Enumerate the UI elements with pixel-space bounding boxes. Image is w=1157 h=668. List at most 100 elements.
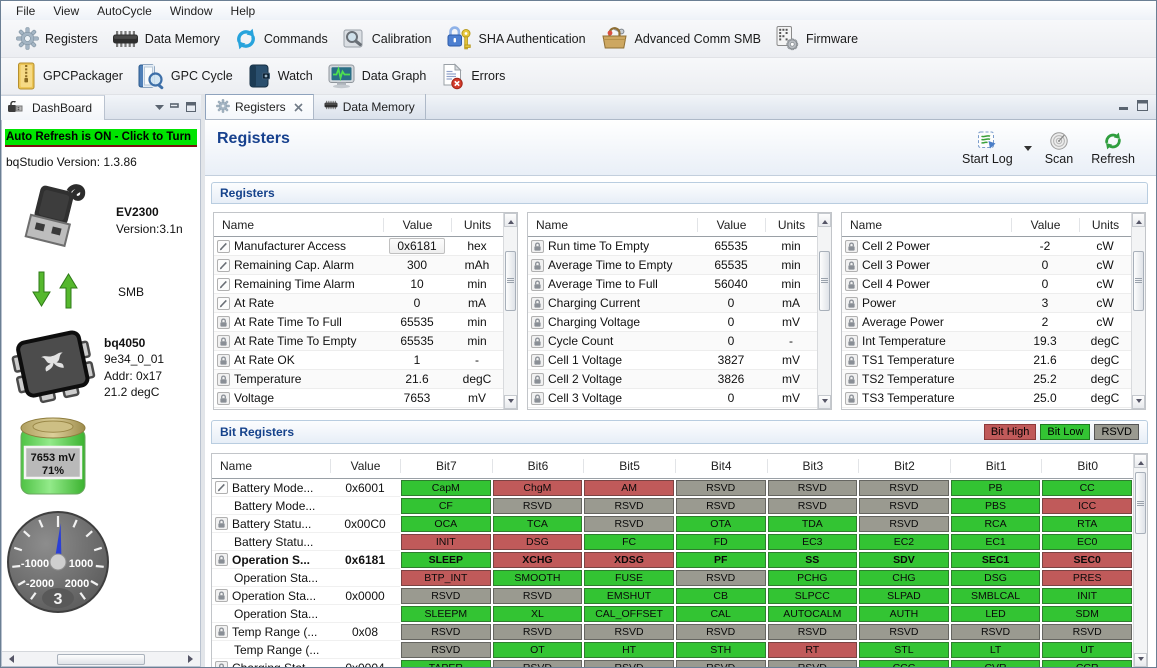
bit-cell-init[interactable]: INIT [1042, 588, 1132, 604]
bit-cell-sleep[interactable]: SLEEP [401, 552, 491, 568]
bit-table-scrollbar[interactable] [1133, 454, 1147, 667]
bit-cell-icc[interactable]: ICC [1042, 498, 1132, 514]
bit-cell-cf[interactable]: CF [401, 498, 491, 514]
bit-cell-pf[interactable]: PF [675, 552, 766, 568]
register-row[interactable]: At Rate 0 mA [214, 294, 503, 313]
bit-cell-rsvd[interactable]: RSVD [492, 660, 583, 667]
register-row[interactable]: Power 3 cW [842, 294, 1131, 313]
scroll-up-icon[interactable] [1132, 213, 1145, 227]
start-log-dropdown-icon[interactable] [1023, 145, 1032, 155]
bit-cell-sdv[interactable]: SDV [859, 552, 949, 568]
toolbar-button-gpcpackager[interactable]: GPCPackager [11, 58, 132, 95]
bit-cell-dsg[interactable]: DSG [492, 534, 583, 550]
menu-item-help[interactable]: Help [222, 2, 265, 20]
toolbar-button-advanced-comm-smb[interactable]: Advanced Comm SMB [595, 22, 770, 55]
register-row[interactable]: Manufacturer Access 0x6181 hex [214, 237, 503, 256]
bit-cell-xl[interactable]: XL [492, 606, 583, 622]
bit-cell-rsvd[interactable]: RSVD [859, 624, 949, 640]
bit-cell-rta[interactable]: RTA [1042, 516, 1132, 532]
menu-item-file[interactable]: File [7, 2, 44, 20]
tab-data-memory[interactable]: Data Memory [314, 94, 426, 119]
action-scan[interactable]: Scan [1038, 128, 1081, 169]
bit-cell-ht[interactable]: HT [584, 642, 674, 658]
bit-cell-am[interactable]: AM [584, 480, 674, 496]
bit-cell-cvr[interactable]: CVR [950, 660, 1041, 667]
scroll-thumb[interactable] [819, 250, 830, 311]
bit-cell-rsvd[interactable]: RSVD [675, 624, 766, 640]
bit-cell-smblcal[interactable]: SMBLCAL [950, 588, 1041, 604]
register-row[interactable]: Average Power 2 cW [842, 313, 1131, 332]
sidebar-hscrollbar[interactable] [2, 651, 200, 666]
register-row[interactable]: Cell 2 Power -2 cW [842, 237, 1131, 256]
register-row[interactable]: TS1 Temperature 21.6 degC [842, 351, 1131, 370]
menu-item-window[interactable]: Window [161, 2, 222, 20]
toolbar-button-watch[interactable]: Watch [242, 59, 322, 94]
bit-cell-ss[interactable]: SS [767, 552, 858, 568]
action-start-log[interactable]: Start Log [955, 127, 1020, 169]
bit-cell-rsvd[interactable]: RSVD [492, 498, 583, 514]
table-scrollbar[interactable] [503, 213, 517, 409]
bit-cell-pb[interactable]: PB [950, 480, 1041, 496]
toolbar-button-firmware[interactable]: Firmware [770, 21, 867, 56]
bit-register-row[interactable]: Operation Sta... 0x0000 RSVD RSVD EMSHUT CB SL… [212, 587, 1133, 605]
bit-cell-smooth[interactable]: SMOOTH [492, 570, 583, 586]
bit-cell-ccc[interactable]: CCC [859, 660, 949, 667]
bit-cell-rsvd[interactable]: RSVD [767, 624, 858, 640]
table-scrollbar[interactable] [1131, 213, 1145, 409]
toolbar-button-sha-authentication[interactable]: SHA Authentication [441, 21, 595, 56]
register-row[interactable]: Cell 1 Voltage 3827 mV [528, 351, 817, 370]
bit-cell-ec0[interactable]: EC0 [1042, 534, 1132, 550]
bit-cell-fd[interactable]: FD [675, 534, 766, 550]
register-row[interactable]: Cell 3 Power 0 cW [842, 256, 1131, 275]
scroll-thumb[interactable] [505, 250, 516, 311]
bit-cell-cc[interactable]: CC [1042, 480, 1132, 496]
bit-cell-rsvd[interactable]: RSVD [492, 588, 583, 604]
register-row[interactable]: TS2 Temperature 25.2 degC [842, 370, 1131, 389]
minimize-panel-icon[interactable] [170, 102, 180, 112]
bit-register-row[interactable]: Battery Mode... 0x6001 CapM ChgM AM RSVD RSVD R… [212, 479, 1133, 497]
bit-cell-xchg[interactable]: XCHG [492, 552, 583, 568]
bit-cell-rsvd[interactable]: RSVD [675, 498, 766, 514]
bit-cell-lt[interactable]: LT [950, 642, 1041, 658]
scroll-down-icon[interactable] [504, 395, 517, 409]
register-row[interactable]: Voltage 7653 mV [214, 389, 503, 408]
scroll-thumb[interactable] [1133, 250, 1144, 311]
bit-cell-rsvd[interactable]: RSVD [584, 498, 674, 514]
bit-cell-fuse[interactable]: FUSE [584, 570, 674, 586]
register-row[interactable]: Cycle Count 0 - [528, 332, 817, 351]
scroll-up-icon[interactable] [504, 213, 517, 227]
register-row[interactable]: At Rate Time To Full 65535 min [214, 313, 503, 332]
register-row[interactable]: Run time To Empty 65535 min [528, 237, 817, 256]
bit-cell-emshut[interactable]: EMSHUT [584, 588, 674, 604]
bit-cell-rt[interactable]: RT [767, 642, 858, 658]
bit-cell-dsg[interactable]: DSG [950, 570, 1041, 586]
bit-cell-slpad[interactable]: SLPAD [859, 588, 949, 604]
hscroll-thumb[interactable] [57, 653, 145, 665]
scroll-down-icon[interactable] [818, 395, 831, 409]
bit-cell-sec0[interactable]: SEC0 [1042, 552, 1132, 568]
scroll-track[interactable] [1132, 227, 1145, 395]
close-tab-icon[interactable] [294, 102, 303, 112]
table-scrollbar[interactable] [817, 213, 831, 409]
register-row[interactable]: Int Temperature 19.3 degC [842, 332, 1131, 351]
register-row[interactable]: Temperature 21.6 degC [214, 370, 503, 389]
toolbar-button-calibration[interactable]: Calibration [337, 23, 441, 55]
bit-cell-rsvd[interactable]: RSVD [950, 624, 1041, 640]
bit-cell-ut[interactable]: UT [1042, 642, 1132, 658]
tab-dashboard[interactable]: DashBoard [1, 94, 106, 120]
bit-cell-rsvd[interactable]: RSVD [584, 660, 674, 667]
maximize-panel-icon[interactable] [186, 102, 196, 112]
register-row[interactable]: Remaining Time Alarm 10 min [214, 275, 503, 294]
register-row[interactable]: Cell 2 Voltage 3826 mV [528, 370, 817, 389]
bit-cell-rsvd[interactable]: RSVD [767, 498, 858, 514]
bit-cell-rsvd[interactable]: RSVD [401, 624, 491, 640]
bit-cell-ot[interactable]: OT [492, 642, 583, 658]
scroll-track[interactable] [1134, 468, 1147, 653]
bit-cell-rca[interactable]: RCA [950, 516, 1041, 532]
bit-register-row[interactable]: Operation S... 0x6181 SLEEP XCHG XDSG PF SS SDV… [212, 551, 1133, 569]
register-row[interactable]: At Rate Time To Empty 65535 min [214, 332, 503, 351]
bit-register-row[interactable]: Temp Range (... 0x08 RSVD RSVD RSVD RSVD RSVD R… [212, 623, 1133, 641]
bit-cell-sleepm[interactable]: SLEEPM [401, 606, 491, 622]
bit-cell-rsvd[interactable]: RSVD [675, 570, 766, 586]
bit-cell-rsvd[interactable]: RSVD [859, 516, 949, 532]
